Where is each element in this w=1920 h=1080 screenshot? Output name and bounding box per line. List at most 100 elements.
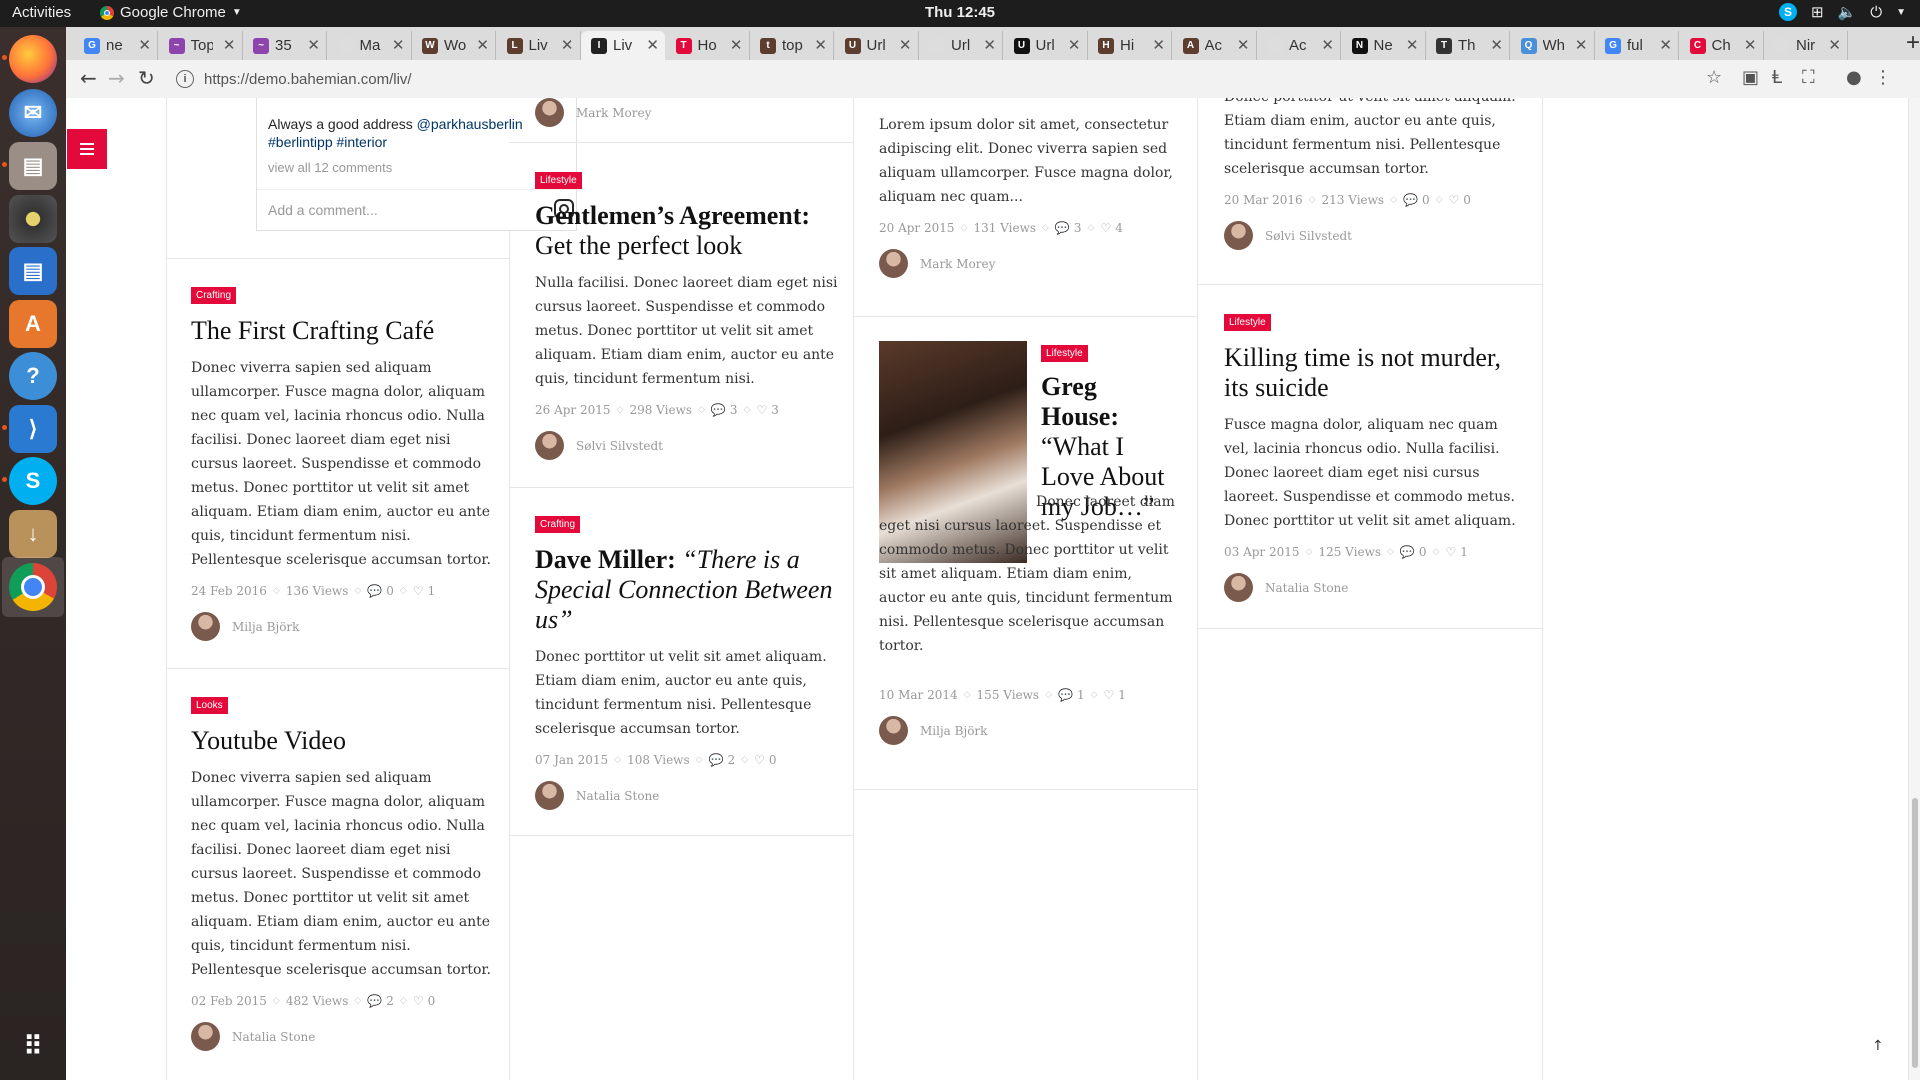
category-tag[interactable]: Lifestyle	[1041, 345, 1088, 362]
author-name[interactable]: Natalia Stone	[232, 1030, 315, 1044]
skype-icon[interactable]: S	[9, 457, 57, 505]
heart-icon[interactable]: ♡	[1445, 545, 1456, 559]
heart-icon[interactable]: ♡	[756, 403, 767, 417]
close-tab-icon[interactable]: ✕	[730, 36, 743, 54]
close-tab-icon[interactable]: ✕	[307, 36, 320, 54]
close-tab-icon[interactable]: ✕	[392, 36, 405, 54]
network-icon[interactable]: ⊞	[1811, 3, 1824, 21]
author-name[interactable]: Mark Morey	[920, 257, 995, 271]
author-name[interactable]: Natalia Stone	[576, 789, 659, 803]
heart-icon[interactable]: ♡	[754, 753, 765, 767]
chrome-icon[interactable]	[9, 563, 57, 611]
article-card[interactable]: Lorem ipsum dolor sit amet, consectetur …	[879, 113, 1179, 278]
tab[interactable]: Nir ✕	[1764, 31, 1848, 60]
close-tab-icon[interactable]: ✕	[561, 36, 574, 54]
close-tab-icon[interactable]: ✕	[1068, 36, 1081, 54]
tab[interactable]: Ac ✕	[1257, 31, 1341, 60]
title-bold[interactable]: Dave Miller:	[535, 545, 676, 574]
close-tab-icon[interactable]: ✕	[476, 36, 489, 54]
back-button[interactable]: ←	[80, 66, 97, 90]
category-tag[interactable]: Lifestyle	[535, 172, 582, 189]
heart-icon[interactable]: ♡	[1449, 193, 1460, 207]
heart-icon[interactable]: ♡	[1104, 688, 1115, 702]
help-icon[interactable]: ?	[9, 352, 57, 400]
bookmark-star-icon[interactable]: ☆	[1706, 67, 1722, 88]
app-menu[interactable]: Google Chrome ▼	[100, 4, 242, 21]
article-card[interactable]: Lifestyle Gentlemen’s Agreement: Get the…	[535, 168, 840, 460]
scrollbar-thumb[interactable]	[1912, 798, 1918, 1068]
tab[interactable]: L Liv ✕	[497, 31, 581, 60]
system-tray[interactable]: S ⊞ 🔈 ⏻ ▼	[1778, 3, 1906, 21]
title-bold[interactable]: Greg House:	[1041, 372, 1119, 431]
extension-icon[interactable]: Ⱡ	[1772, 67, 1782, 88]
article-card[interactable]: Looks Youtube Video Donec viverra sapien…	[191, 693, 491, 1051]
category-tag[interactable]: Looks	[191, 697, 228, 714]
article-card[interactable]: Donec porttitor ut velit sit amet aliqua…	[1224, 98, 1524, 250]
close-tab-icon[interactable]: ✕	[646, 36, 659, 54]
author[interactable]: Natalia Stone	[191, 1022, 491, 1051]
scrollbar[interactable]	[1908, 98, 1920, 1080]
tab[interactable]: N Ne ✕	[1342, 31, 1426, 60]
close-tab-icon[interactable]: ✕	[223, 36, 236, 54]
close-tab-icon[interactable]: ✕	[1237, 36, 1250, 54]
power-icon[interactable]: ⏻	[1870, 4, 1882, 21]
skype-tray-icon[interactable]: S	[1778, 3, 1797, 21]
author-name[interactable]: Natalia Stone	[1265, 581, 1348, 595]
article-card[interactable]: Donec laoreet diam eget nisi cursus laor…	[879, 490, 1179, 658]
author-name[interactable]: Mark Morey	[576, 106, 651, 120]
heart-icon[interactable]: ♡	[413, 584, 424, 598]
tab[interactable]: U Url ✕	[1004, 31, 1088, 60]
close-tab-icon[interactable]: ✕	[1152, 36, 1165, 54]
heart-icon[interactable]: ♡	[1100, 221, 1111, 235]
view-all-comments-link[interactable]: view all 12 comments	[268, 160, 392, 175]
category-tag[interactable]: Crafting	[535, 516, 581, 533]
category-tag[interactable]: Crafting	[191, 287, 237, 304]
author-name[interactable]: Sølvi Silvstedt	[576, 439, 663, 453]
software-center-icon[interactable]: A	[9, 300, 57, 348]
close-tab-icon[interactable]: ✕	[1490, 36, 1503, 54]
article-card[interactable]: Crafting Dave Miller: “There is a Specia…	[535, 512, 840, 810]
firefox-icon[interactable]	[9, 35, 57, 83]
author[interactable]: Milja Björk	[879, 716, 1179, 745]
url-text[interactable]: https://demo.bahemian.com/liv/	[204, 71, 412, 88]
article-title[interactable]: Gentlemen’s Agreement: Get the perfect l…	[535, 201, 840, 261]
screenshot-extension-icon[interactable]: ⛶	[1802, 67, 1815, 88]
author[interactable]: Milja Björk	[191, 612, 491, 641]
writer-icon[interactable]: ▤	[9, 247, 57, 295]
author-name[interactable]: Sølvi Silvstedt	[1265, 229, 1352, 243]
tab[interactable]: I Liv ✕	[581, 31, 665, 60]
tab[interactable]: Q Wh ✕	[1511, 31, 1595, 60]
article-title[interactable]: Dave Miller: “There is a Special Connect…	[535, 545, 840, 635]
close-tab-icon[interactable]: ✕	[899, 36, 912, 54]
tab[interactable]: Url ✕	[919, 31, 1003, 60]
forward-button[interactable]: →	[108, 66, 125, 90]
author-name[interactable]: Milja Björk	[232, 620, 299, 634]
tab[interactable]: ~ Top ✕	[159, 31, 243, 60]
app-grid-icon[interactable]: ⠿	[9, 1022, 57, 1070]
author-name[interactable]: Milja Björk	[920, 724, 987, 738]
article-card[interactable]: Lifestyle Killing time is not murder, it…	[1224, 310, 1524, 602]
heart-icon[interactable]: ♡	[413, 994, 424, 1008]
close-tab-icon[interactable]: ✕	[1575, 36, 1588, 54]
article-title[interactable]: The First Crafting Café	[191, 316, 491, 346]
title-bold[interactable]: Gentlemen’s Agreement:	[535, 201, 810, 230]
volume-icon[interactable]: 🔈	[1838, 3, 1857, 21]
back-to-top-icon[interactable]: ↑	[1872, 1038, 1884, 1054]
tab[interactable]: ~35 ✕	[243, 31, 327, 60]
author[interactable]: Sølvi Silvstedt	[1224, 221, 1524, 250]
thunderbird-icon[interactable]: ✉	[9, 89, 57, 137]
menu-toggle-button[interactable]	[67, 129, 107, 169]
title-rest[interactable]: Get the perfect look	[535, 231, 742, 260]
tab[interactable]: W Wo ✕	[412, 31, 496, 60]
archive-manager-icon[interactable]: ↓	[9, 510, 57, 558]
reload-button[interactable]: ↻	[138, 66, 155, 90]
site-info-icon[interactable]: i	[176, 70, 194, 88]
author[interactable]: Sølvi Silvstedt	[535, 431, 840, 460]
tab[interactable]: Ma ✕	[328, 31, 412, 60]
close-tab-icon[interactable]: ✕	[138, 36, 151, 54]
tab[interactable]: T Th ✕	[1426, 31, 1510, 60]
vscode-icon[interactable]: ⟩	[9, 405, 57, 453]
chevron-down-icon[interactable]: ▼	[1896, 7, 1906, 18]
author[interactable]: Natalia Stone	[1224, 573, 1524, 602]
close-tab-icon[interactable]: ✕	[983, 36, 996, 54]
